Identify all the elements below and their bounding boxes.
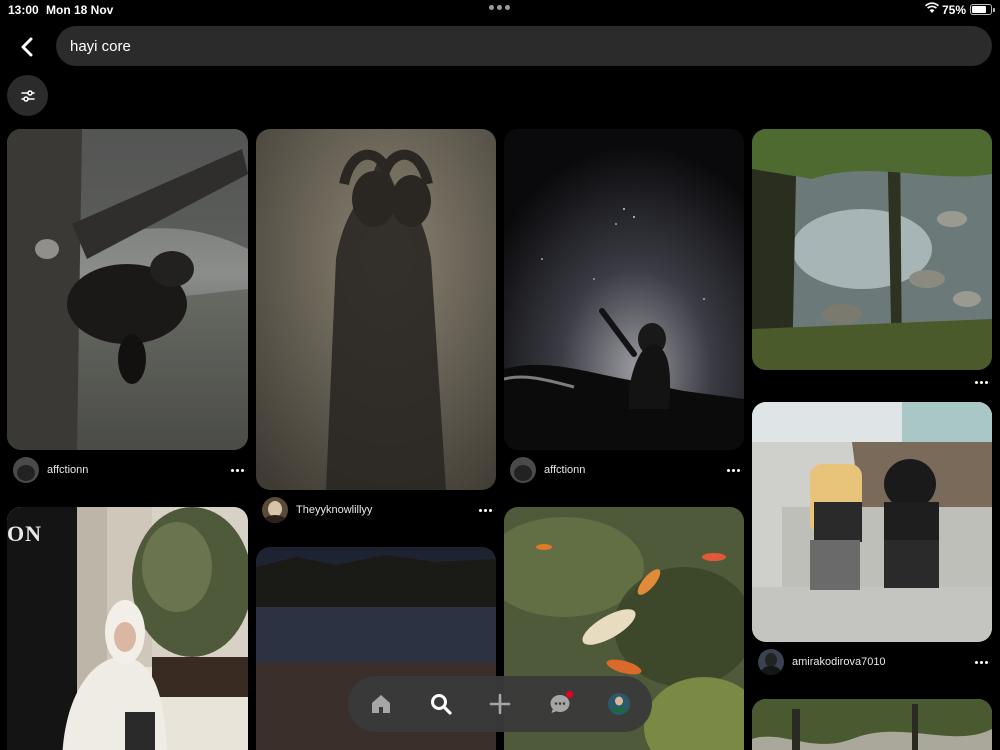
wifi-icon	[925, 2, 939, 17]
pin-author-name: amirakodirova7010	[792, 656, 886, 668]
more-options-button[interactable]	[975, 661, 988, 664]
avatar	[758, 649, 784, 675]
nav-messages-button[interactable]	[546, 690, 574, 718]
search-query: hayi core	[70, 37, 131, 55]
pin-image-night-sky-silhouette[interactable]	[504, 129, 744, 450]
filter-button[interactable]	[7, 75, 48, 116]
more-options-button[interactable]	[975, 381, 988, 384]
more-options-button[interactable]	[479, 509, 492, 512]
nav-create-button[interactable]	[486, 690, 514, 718]
avatar	[13, 457, 39, 483]
storefront-sign-text: ON	[7, 521, 42, 546]
chevron-left-icon	[21, 37, 33, 57]
pin-author-name: affctionn	[47, 464, 89, 476]
nav-search-button[interactable]	[427, 690, 455, 718]
bottom-nav-bar	[348, 676, 652, 732]
avatar	[510, 457, 536, 483]
status-time: 13:00	[8, 3, 39, 17]
nav-home-button[interactable]	[367, 690, 395, 718]
more-options-button[interactable]	[231, 469, 244, 472]
pin-image-forest-stream[interactable]	[752, 129, 992, 370]
pin-author-name: Theyyknowlillyy	[296, 504, 373, 516]
more-options-button[interactable]	[727, 469, 740, 472]
profile-avatar-icon	[608, 693, 630, 715]
pin-author-row[interactable]: affctionn	[13, 456, 88, 484]
pin-author-name: affctionn	[544, 464, 586, 476]
avatar	[262, 497, 288, 523]
home-icon	[372, 695, 390, 713]
pin-author-row[interactable]: affctionn	[510, 456, 585, 484]
pin-author-row[interactable]: amirakodirova7010	[758, 648, 886, 676]
battery-icon	[970, 4, 995, 15]
multitasking-dots-icon[interactable]	[489, 5, 510, 10]
pin-image-cat-on-tree[interactable]	[7, 129, 248, 450]
plus-icon	[489, 693, 511, 715]
sliders-icon	[20, 89, 35, 102]
search-input[interactable]: hayi core	[56, 26, 992, 66]
pin-image-two-girls-bench[interactable]	[752, 402, 992, 642]
status-bar: 13:00 Mon 18 Nov 75%	[0, 0, 1000, 20]
pin-author-row[interactable]: Theyyknowlillyy	[262, 496, 372, 524]
pin-image-trees[interactable]	[752, 699, 992, 750]
battery-percent: 75%	[942, 3, 967, 17]
back-button[interactable]	[12, 32, 42, 62]
notification-dot	[566, 691, 573, 698]
pin-image-girl-hijab-storefront[interactable]: ON	[7, 507, 248, 750]
pin-image-heart-shadow[interactable]	[256, 129, 496, 490]
search-icon	[431, 694, 452, 715]
nav-profile-button[interactable]	[605, 690, 633, 718]
status-date: Mon 18 Nov	[46, 3, 114, 17]
